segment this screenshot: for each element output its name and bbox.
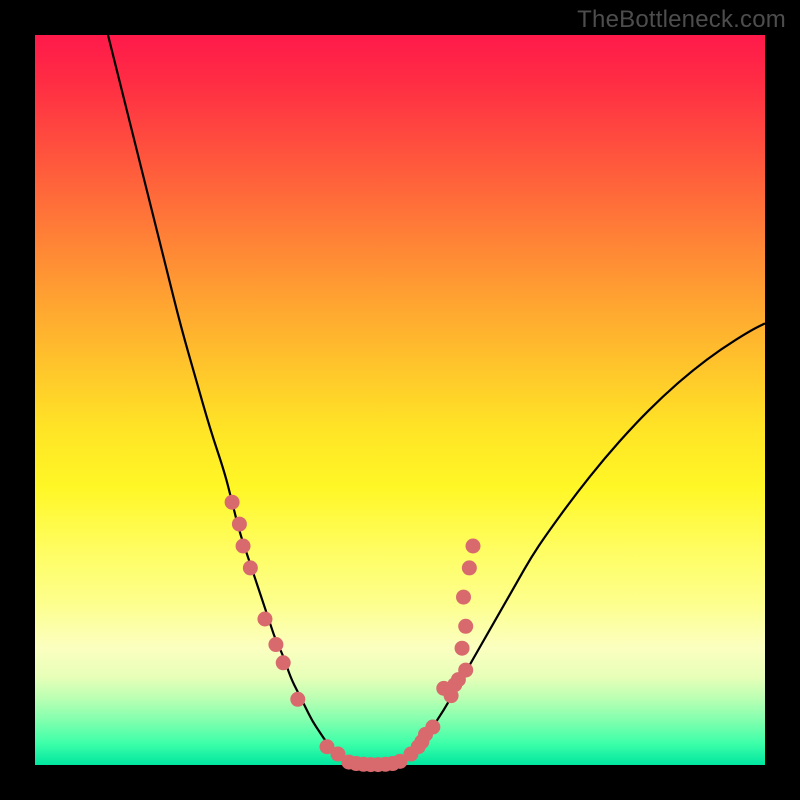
- watermark-label: TheBottleneck.com: [577, 6, 786, 34]
- data-point: [236, 539, 251, 554]
- data-point: [268, 637, 283, 652]
- chart-frame: TheBottleneck.com: [0, 0, 800, 800]
- data-point: [466, 539, 481, 554]
- data-point: [243, 560, 258, 575]
- data-point: [462, 560, 477, 575]
- data-point: [257, 612, 272, 627]
- bottleneck-curve: [108, 35, 765, 765]
- scatter-dots: [225, 495, 481, 772]
- curve-svg: [35, 35, 765, 765]
- data-point: [290, 692, 305, 707]
- data-point: [276, 655, 291, 670]
- plot-area: [35, 35, 765, 765]
- data-point: [455, 641, 470, 656]
- data-point: [232, 517, 247, 532]
- data-point: [425, 720, 440, 735]
- data-point: [458, 619, 473, 634]
- data-point: [458, 663, 473, 678]
- data-point: [456, 590, 471, 605]
- data-point: [225, 495, 240, 510]
